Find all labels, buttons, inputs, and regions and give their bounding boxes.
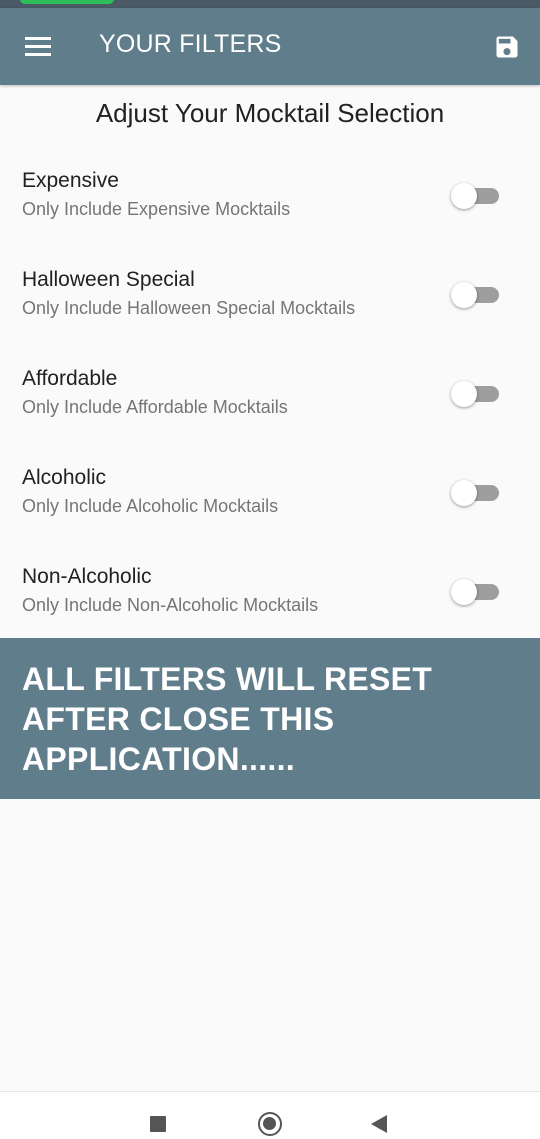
filter-row-halloween-special[interactable]: Halloween Special Only Include Halloween… [0,268,540,367]
status-bar [0,0,540,8]
expensive-toggle[interactable] [449,181,503,211]
filter-title: Alcoholic [22,466,107,489]
call-indicator-pill [20,0,114,4]
filter-subtitle: Only Include Affordable Mocktails [22,397,288,417]
app-bar: YOUR FILTERS [0,8,540,85]
halloween-special-toggle[interactable] [449,280,503,310]
page-heading: Adjust Your Mocktail Selection [95,98,445,128]
filter-title: Non-Alcoholic [22,565,152,588]
alcoholic-toggle[interactable] [449,478,503,508]
save-icon[interactable] [493,33,521,61]
triangle-back-icon[interactable] [371,1115,387,1133]
banner-line-1: ALL FILTERS WILL RESET [22,661,433,697]
filter-row-alcoholic[interactable]: Alcoholic Only Include Alcoholic Mocktai… [0,466,540,565]
banner-line-3: APPLICATION...... [22,741,295,777]
filter-subtitle: Only Include Halloween Special Mocktails [22,298,356,318]
toggle-thumb [451,282,477,308]
filter-title: Expensive [22,169,119,192]
toggle-thumb [451,381,477,407]
reset-warning-banner: ALL FILTERS WILL RESET AFTER CLOSE THIS … [0,638,540,799]
toggle-thumb [451,579,477,605]
filter-row-affordable[interactable]: Affordable Only Include Affordable Mockt… [0,367,540,466]
circle-home-icon[interactable] [258,1112,282,1136]
toggle-thumb [451,480,477,506]
filter-title: Affordable [22,367,118,390]
non-alcoholic-toggle[interactable] [449,577,503,607]
filter-subtitle: Only Include Non-Alcoholic Mocktails [22,595,319,615]
filter-row-expensive[interactable]: Expensive Only Include Expensive Mocktai… [0,169,540,268]
filter-title: Halloween Special [22,268,195,291]
affordable-toggle[interactable] [449,379,503,409]
toggle-thumb [451,183,477,209]
hamburger-menu-icon[interactable] [25,37,51,57]
square-recents-icon[interactable] [150,1116,166,1132]
filter-subtitle: Only Include Expensive Mocktails [22,199,291,219]
system-navigation-bar [0,1091,540,1139]
filter-subtitle: Only Include Alcoholic Mocktails [22,496,279,516]
app-bar-title: YOUR FILTERS [99,30,282,58]
banner-line-2: AFTER CLOSE THIS [22,701,335,737]
